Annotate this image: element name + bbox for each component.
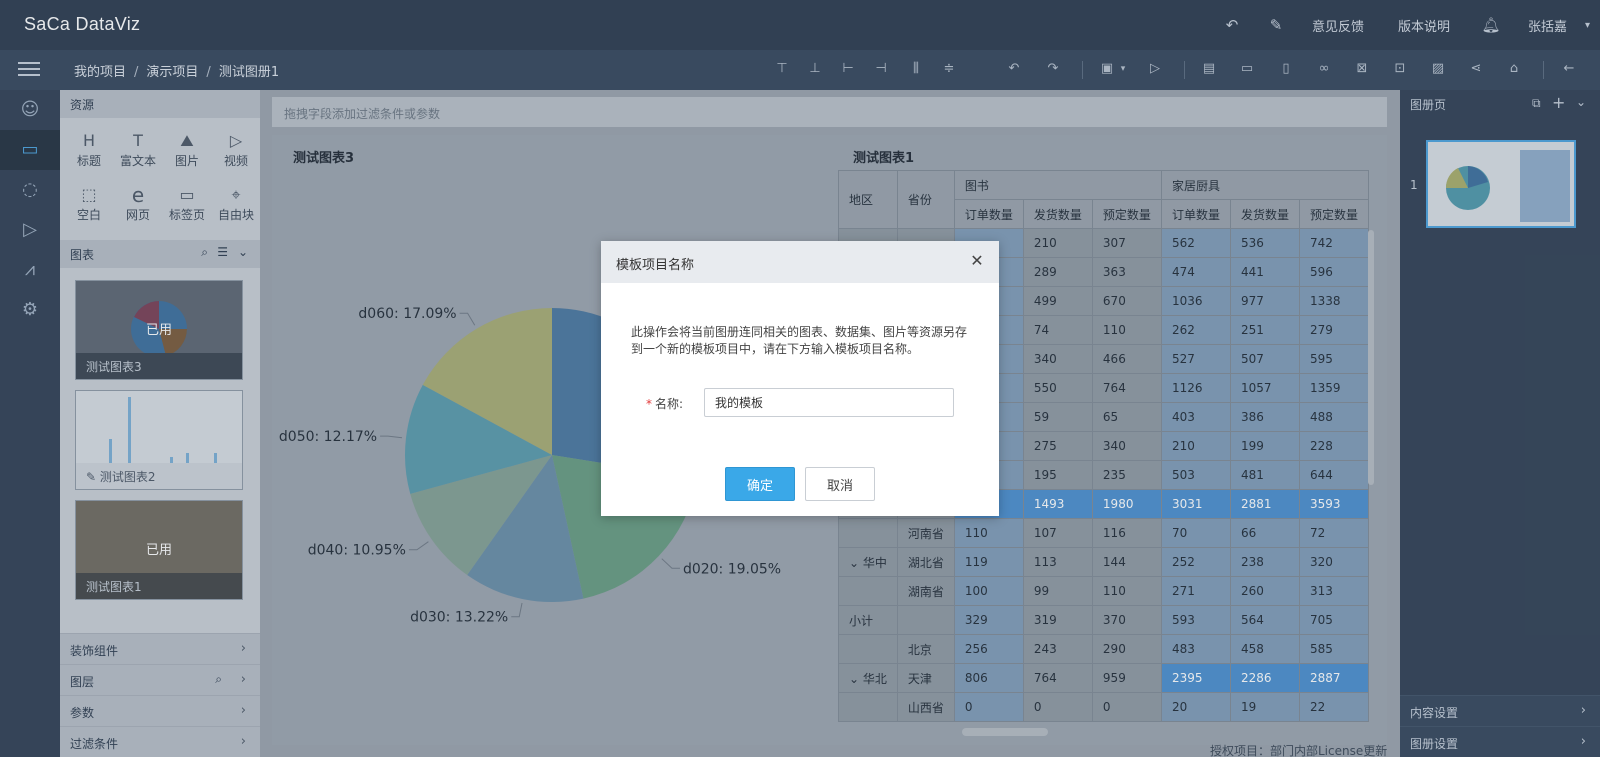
cancel-button[interactable]: 取消 bbox=[805, 467, 875, 501]
required-marker: * bbox=[646, 397, 652, 411]
confirm-button[interactable]: 确定 bbox=[725, 467, 795, 501]
dialog-message: 此操作会将当前图册连同相关的图表、数据集、图片等资源另存到一个新的模板项目中，请… bbox=[631, 325, 968, 356]
template-name-dialog: 模板项目名称 ✕ 此操作会将当前图册连同相关的图表、数据集、图片等资源另存到一个… bbox=[601, 241, 999, 516]
name-field-label: * 名称: bbox=[646, 397, 684, 411]
template-name-input[interactable] bbox=[704, 388, 954, 417]
close-icon[interactable]: ✕ bbox=[966, 250, 988, 272]
dialog-header: 模板项目名称 ✕ bbox=[601, 241, 999, 283]
dialog-title: 模板项目名称 bbox=[616, 258, 695, 273]
